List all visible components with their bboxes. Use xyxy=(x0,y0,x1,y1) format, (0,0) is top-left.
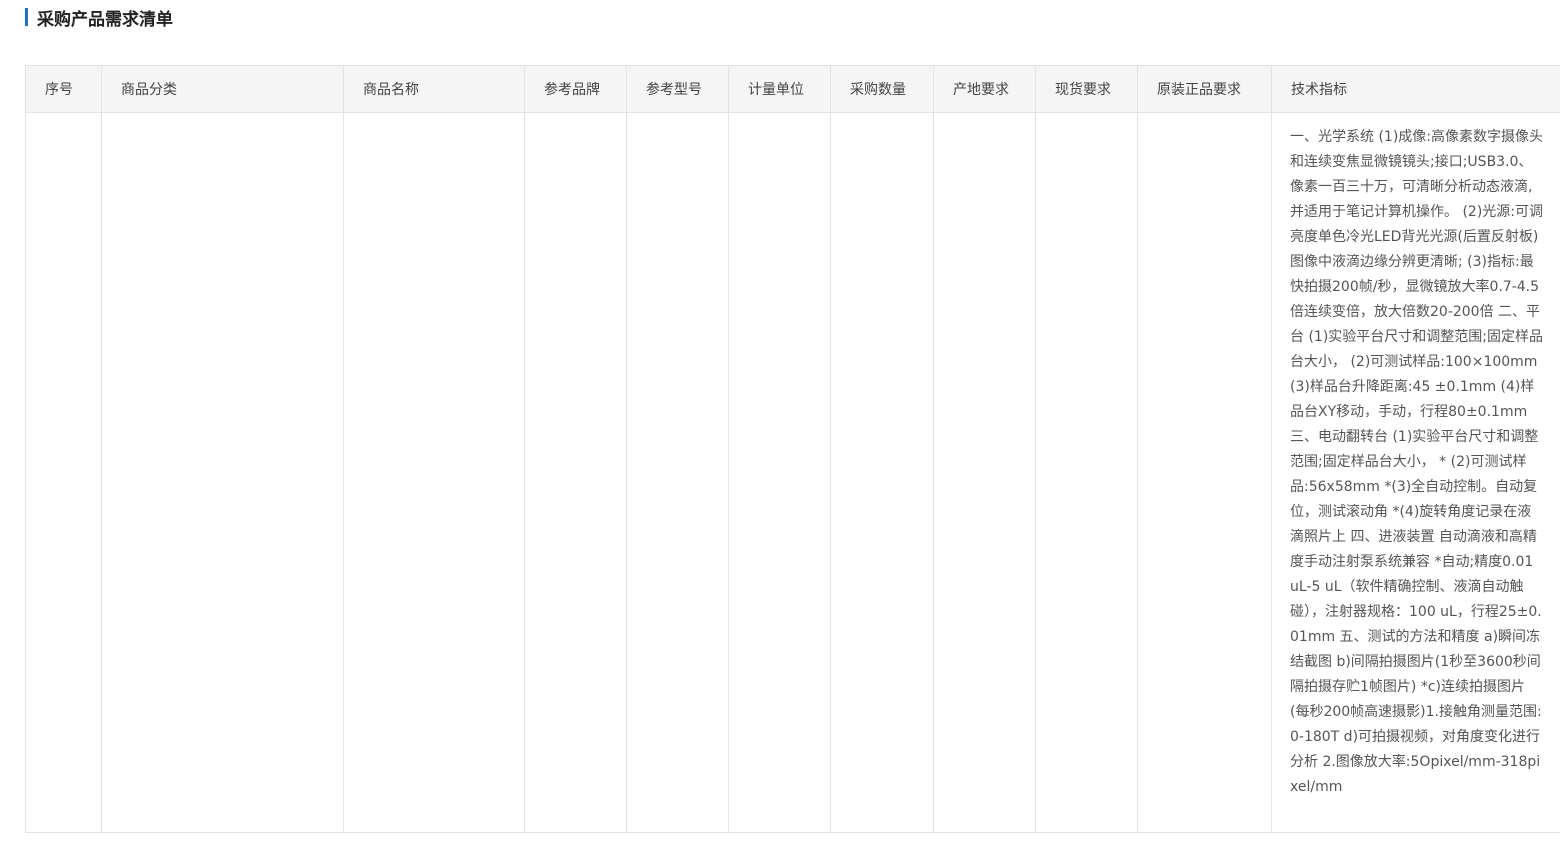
cell-stock xyxy=(1036,113,1138,833)
requirements-table: 序号 商品分类 商品名称 参考品牌 参考型号 计量单位 采购数量 产地要求 现货… xyxy=(25,65,1560,833)
table-row: 一、光学系统 (1)成像:高像素数字摄像头和连续变焦显微镜镜头;接口;USB3.… xyxy=(26,113,1560,833)
cell-name xyxy=(344,113,525,833)
header-origin: 产地要求 xyxy=(934,66,1036,113)
section-title: 采购产品需求清单 xyxy=(37,5,173,30)
header-model: 参考型号 xyxy=(627,66,729,113)
cell-category xyxy=(102,113,344,833)
header-category: 商品分类 xyxy=(102,66,344,113)
section-accent-bar xyxy=(25,8,28,26)
header-stock: 现货要求 xyxy=(1036,66,1138,113)
cell-index xyxy=(26,113,102,833)
table-header-row: 序号 商品分类 商品名称 参考品牌 参考型号 计量单位 采购数量 产地要求 现货… xyxy=(26,66,1560,113)
cell-genuine xyxy=(1138,113,1272,833)
cell-origin xyxy=(934,113,1036,833)
requirements-table-container[interactable]: 序号 商品分类 商品名称 参考品牌 参考型号 计量单位 采购数量 产地要求 现货… xyxy=(25,65,1560,865)
header-unit: 计量单位 xyxy=(729,66,831,113)
table-header: 序号 商品分类 商品名称 参考品牌 参考型号 计量单位 采购数量 产地要求 现货… xyxy=(26,66,1560,113)
header-genuine: 原装正品要求 xyxy=(1138,66,1272,113)
header-brand: 参考品牌 xyxy=(525,66,627,113)
cell-brand xyxy=(525,113,627,833)
section-header: 采购产品需求清单 xyxy=(25,7,173,27)
header-name: 商品名称 xyxy=(344,66,525,113)
cell-unit xyxy=(729,113,831,833)
cell-model xyxy=(627,113,729,833)
header-index: 序号 xyxy=(26,66,102,113)
table-body: 一、光学系统 (1)成像:高像素数字摄像头和连续变焦显微镜镜头;接口;USB3.… xyxy=(26,113,1560,833)
header-spec: 技术指标 xyxy=(1272,66,1560,113)
header-quantity: 采购数量 xyxy=(831,66,934,113)
cell-spec: 一、光学系统 (1)成像:高像素数字摄像头和连续变焦显微镜镜头;接口;USB3.… xyxy=(1272,113,1560,833)
cell-quantity xyxy=(831,113,934,833)
